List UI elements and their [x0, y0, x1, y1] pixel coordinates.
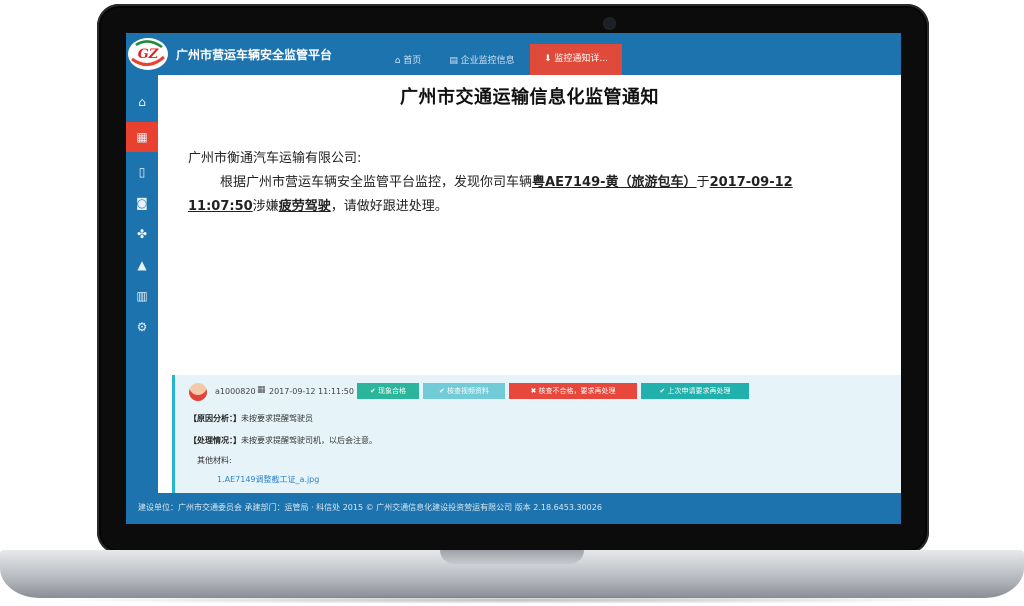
sidebar-home-icon[interactable]: ⌂ [126, 87, 158, 117]
notice-body: 根据广州市营运车辆安全监管平台监控，发现你司车辆粤AE7149-黄（旅游包车）于… [188, 171, 900, 219]
sidebar-chart-icon[interactable]: ▥ [126, 281, 158, 311]
body-suffix: ，请做好跟进处理。 [330, 199, 448, 214]
violation-date: 2017-09-12 [709, 175, 793, 190]
sidebar-calendar-icon[interactable]: ▦ [126, 122, 158, 152]
laptop-shadow [40, 596, 984, 604]
reply-timestamp: 2017-09-12 11:11:50 [269, 387, 354, 396]
notice-content: 广州市交通运输信息化监管通知 广州市衡通汽车运输有限公司: 根据广州市营运车辆安… [158, 75, 901, 493]
body-mid2: 涉嫌 [252, 199, 279, 214]
body-mid: 于 [696, 175, 710, 190]
sidebar-document-icon[interactable]: ▯ [126, 157, 158, 187]
calendar-icon: ▦ [257, 385, 266, 395]
handling-label: 【处理情况：】 [189, 436, 241, 445]
notice-addressee: 广州市衡通汽车运输有限公司: [188, 151, 362, 166]
gz-logo: GZ [128, 38, 168, 70]
sidebar-camera-icon[interactable]: ◙ [126, 188, 158, 218]
violation-type: 疲劳驾驶 [278, 199, 331, 214]
footer: 建设单位：广州市交通委员会 承建部门：运管局 · 科信处 2015 © 广州交通… [126, 493, 901, 524]
reply-panel: a1000820 ▦ 2017-09-12 11:11:50 ✔ 现象合格 ✔ … [172, 375, 901, 493]
approve-button[interactable]: ✔ 现象合格 [357, 383, 419, 399]
screen: GZ 广州市营运车辆安全监管平台 ⌂ 首页 ▤ 企业监控信息 ⬇ 监控通知详..… [126, 33, 901, 524]
violation-time: 11:07:50 [188, 199, 253, 214]
other-materials-label: 其他材料: [197, 456, 232, 465]
tab-notice-detail[interactable]: ⬇ 监控通知详... [530, 44, 622, 75]
footer-text: 建设单位：广州市交通委员会 承建部门：运管局 · 科信处 2015 © 广州交通… [138, 503, 602, 512]
attachment-link[interactable]: 1.AE7149调整截工证_a.jpg [217, 474, 319, 485]
reprocess-button[interactable]: ✔ 上次申请要求再处理 [641, 383, 749, 399]
body-prefix: 根据广州市营运车辆安全监管平台监控，发现你司车辆 [220, 175, 533, 190]
tab-enterprise-monitor[interactable]: ▤ 企业监控信息 [446, 48, 518, 75]
sidebar-network-icon[interactable]: ✤ [126, 219, 158, 249]
sidebar: ⌂ ▦ ▯ ◙ ✤ ▲ ▥ ⚙ [126, 75, 158, 493]
app-title: 广州市营运车辆安全监管平台 [176, 48, 333, 62]
reject-button[interactable]: ✖ 核查不合格，要求再处理 [509, 383, 637, 399]
webcam [605, 19, 614, 28]
sidebar-warning-icon[interactable]: ▲ [126, 250, 158, 280]
reply-user: a1000820 [215, 387, 256, 396]
sidebar-settings-icon[interactable]: ⚙ [126, 312, 158, 342]
handling-text: 未按要求提醒驾驶司机，以后会注意。 [241, 436, 377, 445]
cause-label: 【原因分析：】 [189, 414, 241, 423]
notice-title: 广州市交通运输信息化监管通知 [400, 87, 659, 108]
check-video-button[interactable]: ✔ 核查视频资料 [423, 383, 505, 399]
laptop-notch [440, 550, 584, 564]
top-bar: GZ 广州市营运车辆安全监管平台 ⌂ 首页 ▤ 企业监控信息 ⬇ 监控通知详..… [126, 33, 901, 75]
tab-home[interactable]: ⌂ 首页 [380, 48, 436, 75]
cause-line: 【原因分析：】未按要求提醒驾驶员 [189, 413, 313, 424]
logo-text: GZ [138, 47, 159, 62]
cause-text: 未按要求提醒驾驶员 [241, 414, 313, 423]
vehicle-plate: 粤AE7149-黄（旅游包车） [532, 175, 697, 190]
avatar [189, 383, 207, 401]
handling-line: 【处理情况：】未按要求提醒驾驶司机，以后会注意。 [189, 435, 377, 446]
